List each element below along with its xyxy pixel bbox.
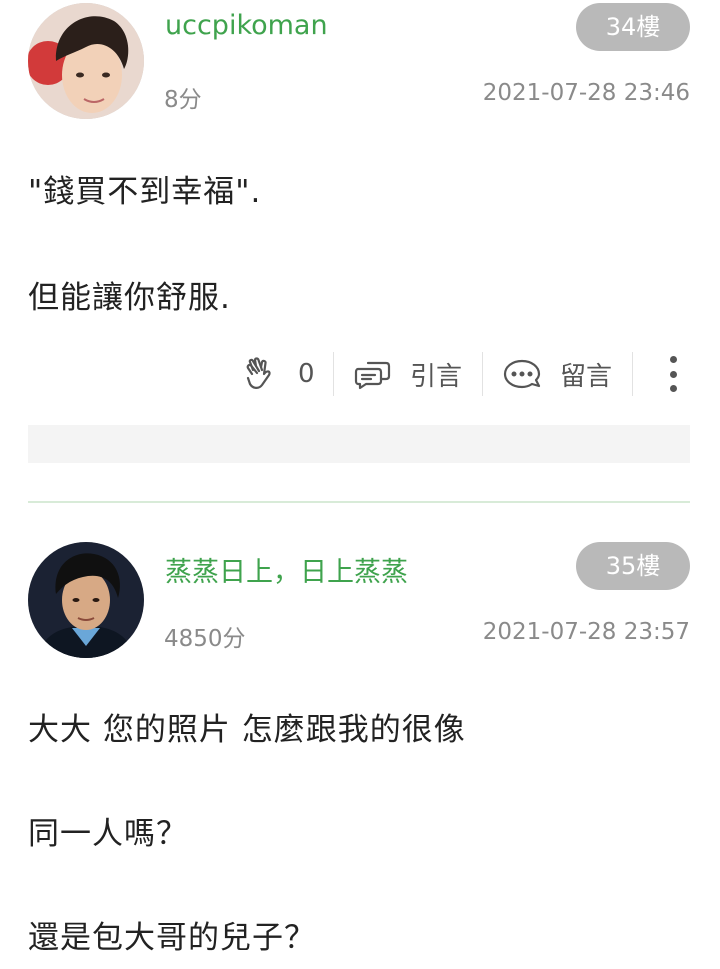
post-timestamp: 2021-07-28 23:46	[482, 80, 690, 106]
post-content-line: 但能讓你舒服.	[28, 280, 231, 316]
action-separator	[333, 352, 334, 396]
like-count: 0	[298, 359, 315, 389]
username[interactable]: uccpikoman	[165, 10, 328, 41]
user-avatar[interactable]	[28, 542, 144, 658]
floor-badge: 34樓	[576, 3, 690, 51]
avatar-photo	[28, 3, 144, 119]
comment-label: 留言	[560, 361, 613, 392]
reply-preview-box[interactable]	[28, 425, 690, 463]
quote-button[interactable]: 引言	[354, 348, 462, 400]
post-35: 蒸蒸日上，日上蒸蒸 35樓 4850分 2021-07-28 23:57 大大 …	[0, 540, 720, 969]
avatar-photo	[28, 542, 144, 658]
more-options-icon[interactable]	[661, 356, 685, 392]
clap-icon	[244, 356, 278, 392]
post-34: uccpikoman 34樓 8分 2021-07-28 23:46 "錢買不到…	[0, 0, 720, 503]
user-avatar[interactable]	[28, 3, 144, 119]
action-separator	[482, 352, 483, 396]
post-content-line: 還是包大哥的兒子？	[28, 920, 316, 956]
post-timestamp: 2021-07-28 23:57	[482, 619, 690, 645]
post-divider	[28, 501, 690, 503]
comment-button[interactable]: 留言	[502, 348, 612, 400]
quote-label: 引言	[410, 361, 463, 392]
user-score: 4850分	[164, 626, 246, 652]
post-content-line: 大大 您的照片 怎麼跟我的很像	[28, 712, 466, 748]
comment-icon	[502, 357, 542, 391]
floor-badge: 35樓	[576, 542, 690, 590]
quote-icon	[354, 357, 392, 391]
username[interactable]: 蒸蒸日上，日上蒸蒸	[165, 550, 408, 589]
post-actions-bar: 0 引言 留言	[0, 348, 720, 400]
post-content-line: 同一人嗎？	[28, 816, 188, 852]
post-content-line: "錢買不到幸福".	[28, 174, 262, 210]
action-separator	[632, 352, 633, 396]
user-score: 8分	[164, 87, 202, 113]
like-button[interactable]: 0	[244, 348, 315, 400]
